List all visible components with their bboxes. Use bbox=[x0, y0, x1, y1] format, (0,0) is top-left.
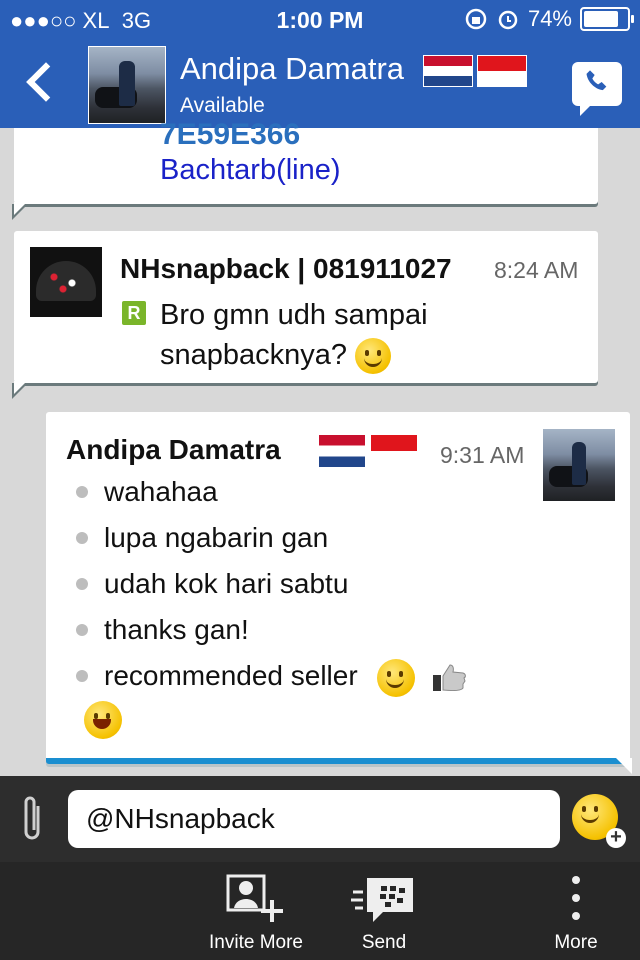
call-button[interactable] bbox=[572, 62, 622, 116]
rotation-lock-icon bbox=[465, 8, 487, 30]
message-bubble: NHsnapback | 081911027 8:24 AM R Bro gmn… bbox=[12, 231, 598, 399]
message-line: udah kok hari sabtu bbox=[74, 566, 494, 612]
more-button[interactable]: More bbox=[536, 862, 616, 960]
add-contact-icon bbox=[226, 874, 283, 922]
bbm-pin: 7E59E366 bbox=[160, 118, 301, 151]
composer-bar: + bbox=[0, 776, 640, 862]
plus-icon: + bbox=[606, 827, 626, 848]
invite-more-label: Invite More bbox=[209, 932, 303, 953]
own-avatar[interactable] bbox=[542, 428, 616, 502]
bottom-toolbar: Invite More Send More bbox=[0, 862, 640, 960]
indonesia-flag-icon bbox=[370, 434, 418, 468]
send-bbm-icon bbox=[351, 878, 413, 922]
message-line: lupa ngabarin gan bbox=[74, 520, 494, 566]
emoji-button[interactable]: + bbox=[572, 794, 626, 848]
message-bubble: 7E59E366 Bachtarb(line) bbox=[12, 118, 598, 220]
paperclip-icon[interactable] bbox=[18, 794, 48, 844]
thumbs-up-icon bbox=[433, 664, 467, 691]
sender-avatar[interactable] bbox=[30, 247, 102, 317]
message-line: wahahaa bbox=[74, 474, 494, 520]
more-icon bbox=[572, 876, 580, 920]
contact-avatar[interactable] bbox=[88, 46, 166, 124]
indonesia-flag-icon bbox=[476, 54, 527, 87]
message-time: 8:24 AM bbox=[494, 257, 579, 283]
read-receipt-icon: R bbox=[122, 301, 146, 325]
status-bar: ●●●○○ XL 3G 1:00 PM 74% bbox=[0, 0, 640, 40]
more-label: More bbox=[554, 932, 598, 953]
message-input[interactable] bbox=[68, 790, 560, 848]
message-text: Bro gmn udh sampai snapbacknya? bbox=[160, 295, 500, 375]
status-right: 74% bbox=[464, 6, 634, 32]
send-button[interactable]: Send bbox=[334, 862, 434, 960]
own-message-bubble: Andipa Damatra 9:31 AM wahahaa lupa ngab… bbox=[46, 412, 632, 774]
message-line: recommended seller bbox=[74, 658, 494, 740]
contact-name: Andipa Damatra bbox=[180, 51, 527, 87]
line-id: Bachtarb(line) bbox=[160, 154, 341, 186]
battery-icon bbox=[580, 7, 634, 31]
invite-more-button[interactable]: Invite More bbox=[196, 862, 316, 960]
netherlands-flag-icon bbox=[422, 54, 473, 87]
grin-emoji-icon bbox=[84, 701, 122, 740]
battery-percent: 74% bbox=[527, 6, 572, 31]
smiley-emoji-icon bbox=[355, 338, 392, 375]
sender-flags bbox=[318, 434, 418, 473]
contact-status: Available bbox=[180, 94, 265, 117]
sender-name: NHsnapback | 081911027 bbox=[120, 253, 452, 284]
message-time: 9:31 AM bbox=[440, 442, 525, 468]
back-button[interactable] bbox=[20, 58, 64, 110]
send-label: Send bbox=[361, 932, 407, 953]
wave-emoji-icon bbox=[377, 658, 416, 697]
phone-icon bbox=[586, 70, 607, 91]
netherlands-flag-icon bbox=[318, 434, 366, 468]
message-line: thanks gan! bbox=[74, 612, 494, 658]
message-lines: wahahaa lupa ngabarin gan udah kok hari … bbox=[74, 474, 494, 740]
alarm-icon bbox=[498, 10, 518, 30]
sender-name: Andipa Damatra bbox=[66, 434, 281, 465]
